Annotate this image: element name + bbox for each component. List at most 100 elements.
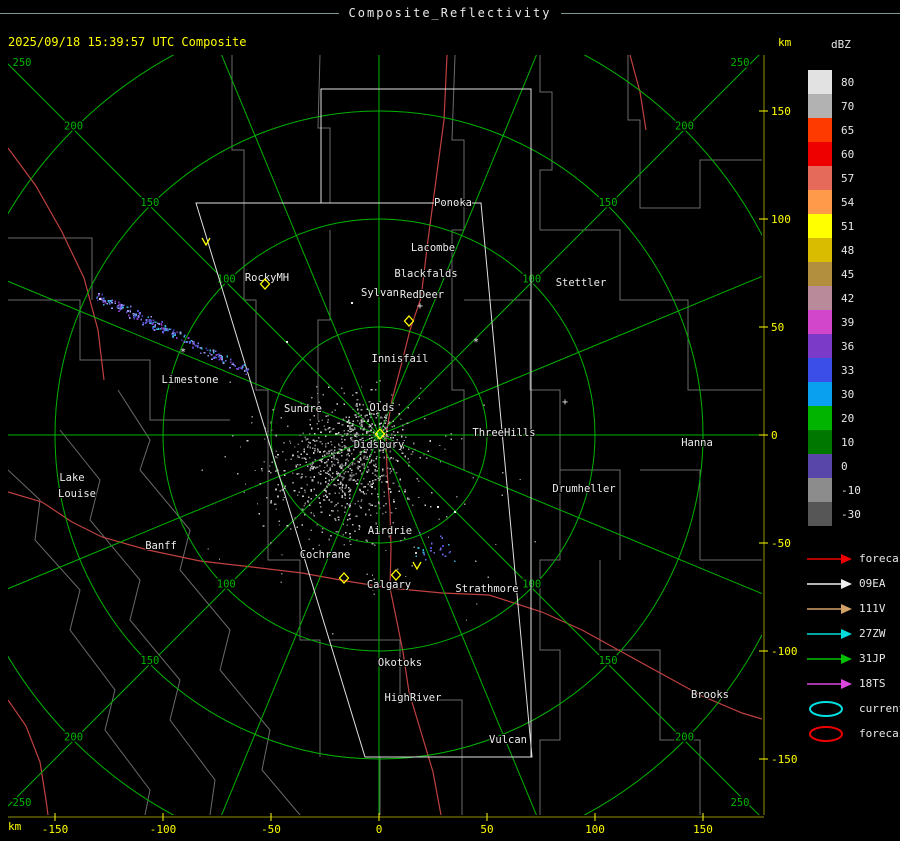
- city-label: Innisfail: [372, 353, 429, 365]
- colorbar-swatch: [808, 118, 832, 142]
- legend-arrow-icon: [807, 553, 852, 564]
- colorbar-entry: 33: [808, 358, 861, 382]
- right-axis-tick-label: -150: [771, 753, 798, 766]
- legend-item: forecast: [806, 546, 900, 571]
- legend-item: 31JP: [806, 646, 900, 671]
- colorbar-entry: 45: [808, 262, 861, 286]
- colorbar-swatch: [808, 382, 832, 406]
- colorbar-entry: -30: [808, 502, 861, 526]
- colorbar-value: -30: [841, 507, 861, 521]
- colorbar-entry: 0: [808, 454, 861, 478]
- colorbar-swatch: [808, 238, 832, 262]
- city-label: Blackfalds: [394, 268, 457, 280]
- bottom-axis-tick-label: -150: [42, 823, 69, 836]
- radar-app-window: Composite_Reflectivity 2025/09/18 15:39:…: [0, 0, 900, 841]
- legend-arrow-icon: [807, 578, 852, 589]
- legend-label: 18TS: [859, 677, 886, 690]
- track-legend: forecast 09EA 111V 27ZW 31JP 18TS current forec…: [806, 546, 900, 746]
- city-label: Sundre: [284, 403, 322, 415]
- dbz-colorbar: 80 70 65 60 57 54 51 48 45 42 39 36 33 30 20 10 0 -10 -30: [808, 70, 861, 526]
- map-dot-marker: [286, 341, 288, 343]
- svg-text:150: 150: [140, 197, 159, 209]
- city-label: RedDeer: [400, 289, 444, 301]
- legend-ellipse-icon: [809, 725, 843, 742]
- svg-text:200: 200: [675, 121, 694, 133]
- map-dot-marker: [437, 506, 439, 508]
- city-label: Brooks: [691, 689, 729, 701]
- colorbar-entry: 51: [808, 214, 861, 238]
- colorbar-swatch: [808, 94, 832, 118]
- city-label: Calgary: [367, 579, 411, 591]
- colorbar-swatch: [808, 502, 832, 526]
- city-label: Strathmore: [455, 583, 518, 595]
- legend-item: forecast: [806, 721, 900, 746]
- city-label: Stettler: [556, 277, 607, 289]
- colorbar-value: 20: [841, 411, 855, 425]
- colorbar-value: 60: [841, 147, 855, 161]
- bottom-axis-tick-label: -100: [150, 823, 177, 836]
- city-label: Drumheller: [552, 483, 615, 495]
- range-rings: [8, 55, 762, 815]
- right-axis-tick-label: 0: [771, 429, 778, 442]
- svg-text:250: 250: [13, 57, 32, 69]
- legend-label: forecast: [859, 727, 900, 740]
- right-axis-tick-label: -100: [771, 645, 798, 658]
- colorbar-swatch: [808, 166, 832, 190]
- map-glyph-marker: +: [562, 397, 568, 408]
- colorbar-entry: 39: [808, 310, 861, 334]
- colorbar-swatch: [808, 70, 832, 94]
- map-canvas[interactable]: 1001502002501001502002501001502002501001…: [0, 0, 900, 841]
- map-dot-marker: [99, 298, 101, 300]
- colorbar-swatch: [808, 430, 832, 454]
- legend-item: current: [806, 696, 900, 721]
- colorbar-entry: 42: [808, 286, 861, 310]
- colorbar-swatch: [808, 310, 832, 334]
- colorbar-value: 10: [841, 435, 855, 449]
- city-label: Vulcan: [489, 734, 527, 746]
- legend-label: 27ZW: [859, 627, 886, 640]
- svg-text:200: 200: [64, 121, 83, 133]
- legend-ellipse-icon: [809, 700, 843, 717]
- right-axis-tick-label: 100: [771, 213, 791, 226]
- colorbar-value: 51: [841, 219, 855, 233]
- colorbar-entry: 60: [808, 142, 861, 166]
- map-glyph-marker: *: [180, 347, 186, 358]
- colorbar-swatch: [808, 262, 832, 286]
- legend-item: 09EA: [806, 571, 900, 596]
- legend-arrow-icon: [807, 603, 852, 614]
- legend-item: 18TS: [806, 671, 900, 696]
- city-label: Didsbury: [354, 439, 405, 451]
- colorbar-swatch: [808, 358, 832, 382]
- right-axis-tick-label: 50: [771, 321, 784, 334]
- colorbar-swatch: [808, 406, 832, 430]
- colorbar-entry: 70: [808, 94, 861, 118]
- legend-arrow-icon: [807, 678, 852, 689]
- right-axis-tick-label: 150: [771, 105, 791, 118]
- colorbar-entry: 10: [808, 430, 861, 454]
- colorbar-value: 65: [841, 123, 855, 137]
- colorbar-entry: 20: [808, 406, 861, 430]
- svg-text:250: 250: [13, 797, 32, 809]
- legend-item: 111V: [806, 596, 900, 621]
- colorbar-entry: 36: [808, 334, 861, 358]
- colorbar-value: 54: [841, 195, 855, 209]
- city-label: Sylvan: [361, 287, 399, 299]
- city-label: Cochrane: [300, 549, 351, 561]
- city-label: Limestone: [162, 374, 219, 386]
- colorbar-value: 80: [841, 75, 855, 89]
- colorbar-value: -10: [841, 483, 861, 497]
- city-label: Lacombe: [411, 242, 455, 254]
- colorbar-swatch: [808, 142, 832, 166]
- svg-text:200: 200: [64, 731, 83, 743]
- map-glyph-marker: *: [473, 337, 479, 348]
- colorbar-value: 39: [841, 315, 855, 329]
- colorbar-value: 30: [841, 387, 855, 401]
- city-label: HighRiver: [385, 692, 442, 704]
- bottom-axis-tick-label: 100: [585, 823, 605, 836]
- map-glyph-marker: +: [417, 301, 423, 312]
- svg-text:150: 150: [599, 197, 618, 209]
- radar-site-chevron-icon: [412, 561, 422, 571]
- colorbar-entry: -10: [808, 478, 861, 502]
- right-axis-tick-label: -50: [771, 537, 791, 550]
- colorbar-swatch: [808, 214, 832, 238]
